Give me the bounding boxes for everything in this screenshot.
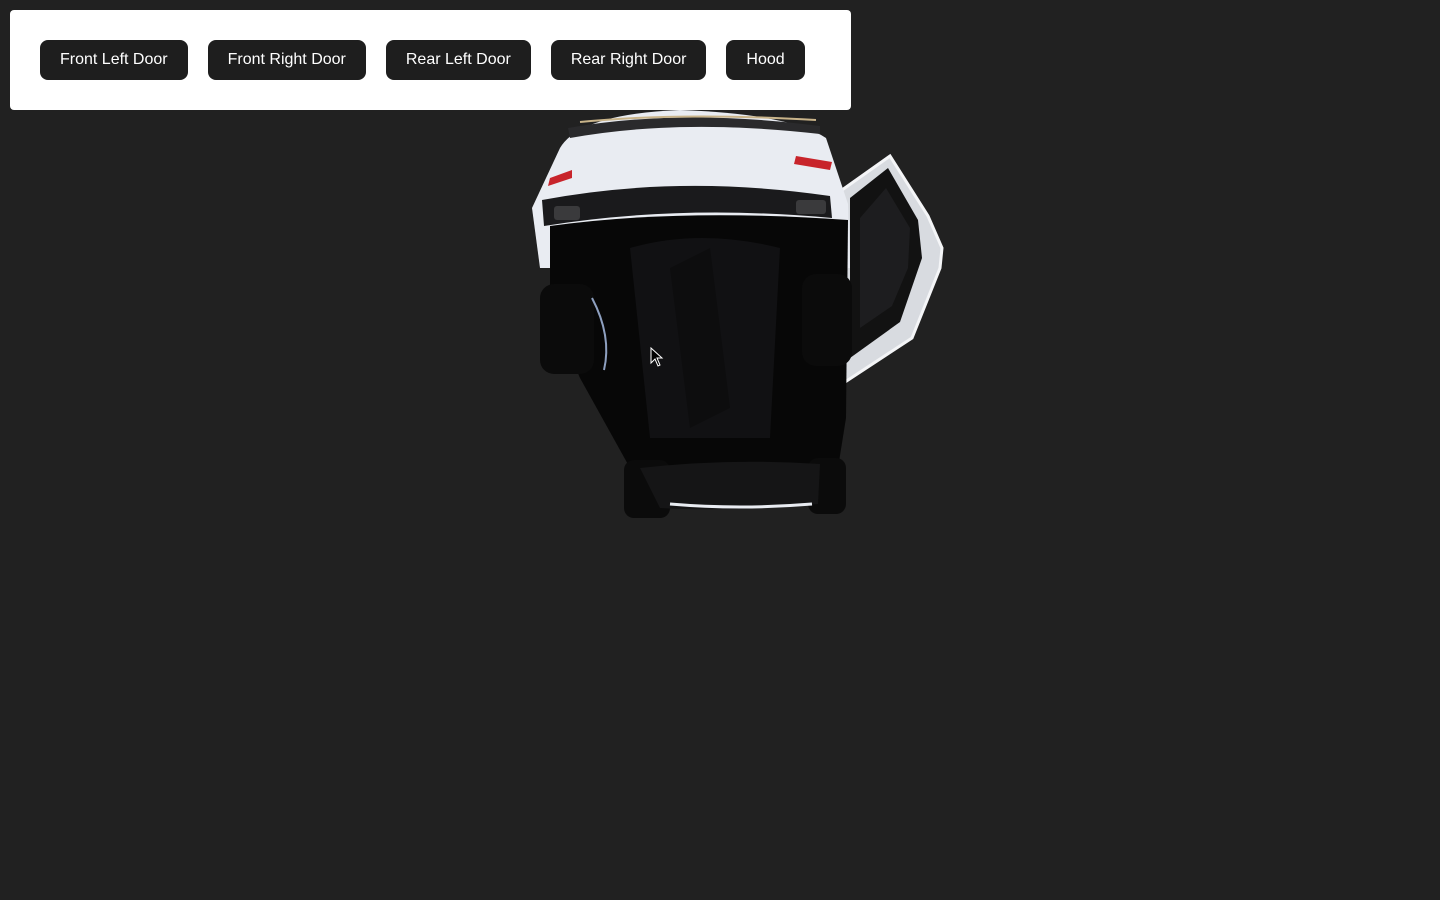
- rear-left-door-button[interactable]: Rear Left Door: [385, 40, 531, 80]
- car-model[interactable]: [520, 108, 960, 528]
- 3d-viewport[interactable]: Front Left Door Front Right Door Rear Le…: [0, 0, 1440, 900]
- rear-right-door-button[interactable]: Rear Right Door: [550, 40, 707, 80]
- front-left-door-button[interactable]: Front Left Door: [40, 40, 188, 80]
- controls-panel: Front Left Door Front Right Door Rear Le…: [10, 10, 851, 110]
- front-right-door-button[interactable]: Front Right Door: [207, 40, 366, 80]
- hood-button[interactable]: Hood: [726, 40, 805, 80]
- rear-right-wheel: [802, 274, 852, 366]
- rear-left-wheel: [540, 284, 594, 374]
- mouse-cursor-icon: [650, 347, 664, 367]
